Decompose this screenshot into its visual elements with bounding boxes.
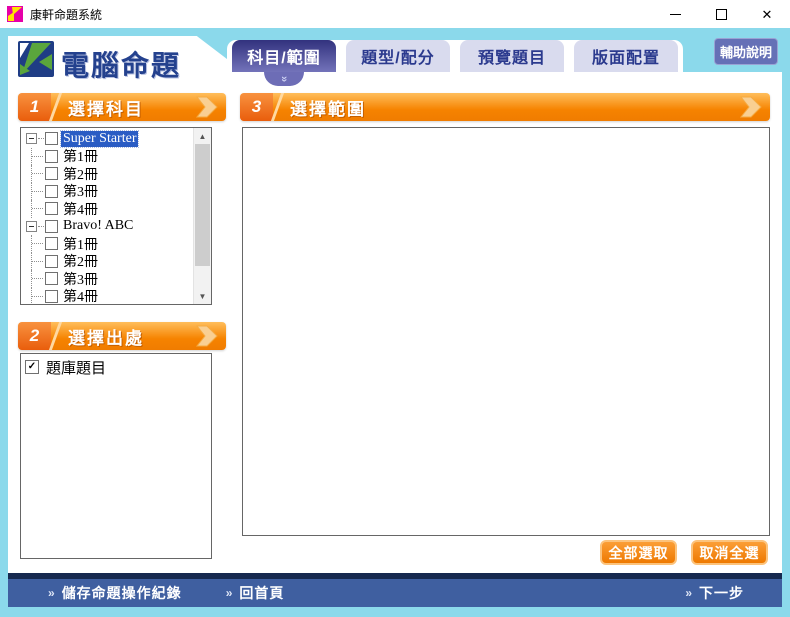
tree-item[interactable]: 第3冊 [23,270,193,288]
tree-connector [31,148,45,166]
range-actions: 全部選取 取消全選 [242,540,768,565]
step2-banner: 2 選擇出處 [18,322,226,350]
help-button[interactable]: 輔助說明 [714,38,778,65]
tree-item-label: Bravo! ABC [61,218,135,234]
step2-title: 選擇出處 [68,324,144,349]
footer-bar: » 儲存命題操作紀錄 » 回首頁 » 下一步 [8,579,782,607]
range-selection-box [242,127,770,536]
bullet-icon: » [226,586,234,600]
deselect-all-button[interactable]: 取消全選 [691,540,768,565]
arrow-right-icon [195,96,219,118]
tree-checkbox[interactable] [45,255,58,268]
save-record-label: 儲存命題操作紀錄 [62,583,182,603]
app-icon [7,6,23,22]
tab-label: 題型/配分 [361,44,434,68]
tree-connector [31,200,45,218]
minimize-icon [670,14,681,15]
tree-connector [31,270,45,288]
scroll-down-icon[interactable]: ▼ [194,288,211,304]
step1-number: 1 [18,93,51,121]
tree-item[interactable]: 第1冊 [23,235,193,253]
maximize-icon [716,9,727,20]
minimize-button[interactable] [652,0,698,28]
step2-number: 2 [18,322,51,350]
source-list-box: ✓ 題庫題目 [20,353,212,559]
close-icon: ✕ [762,8,773,21]
tree-checkbox[interactable] [45,220,58,233]
next-step-label: 下一步 [699,583,744,603]
tree-item[interactable]: 第3冊 [23,183,193,201]
tree-scrollbar[interactable]: ▲ ▼ [193,128,211,304]
home-label: 回首頁 [239,583,284,603]
tree-item-label: Super Starter [61,131,138,147]
tab-preview-questions[interactable]: 預覽題目 [460,40,564,72]
scrollbar-thumb[interactable] [195,144,210,266]
tree-connector [38,226,44,227]
tree-item[interactable]: 第2冊 [23,165,193,183]
tree-item[interactable]: Bravo! ABC [23,218,193,236]
app-logo-title: 電腦命題 [61,44,181,84]
arrow-right-icon [195,325,219,347]
subject-tree-box: Super Starter第1冊第2冊第3冊第4冊Bravo! ABC第1冊第2… [20,127,212,305]
close-button[interactable]: ✕ [744,0,790,28]
tab-question-types[interactable]: 題型/配分 [346,40,450,72]
tree-checkbox[interactable] [45,290,58,303]
source-item[interactable]: ✓ 題庫題目 [25,358,207,376]
source-checkbox[interactable]: ✓ [25,360,39,374]
tree-item[interactable]: 第4冊 [23,200,193,218]
save-record-link[interactable]: » 儲存命題操作紀錄 [48,583,182,603]
chevron-down-icon: » [279,75,290,82]
select-all-button[interactable]: 全部選取 [600,540,677,565]
tree-connector [31,288,45,304]
collapse-icon[interactable] [26,221,37,232]
tree-item[interactable]: 第2冊 [23,253,193,271]
tab-label: 預覽題目 [478,44,546,68]
step1-banner: 1 選擇科目 [18,93,226,121]
tree-checkbox[interactable] [45,272,58,285]
tab-label: 科目/範圍 [247,44,320,68]
arrow-right-icon [739,96,763,118]
step3-title: 選擇範圍 [290,95,366,120]
tree-checkbox[interactable] [45,185,58,198]
tree-item[interactable]: Super Starter [23,130,193,148]
window-titlebar: 康軒命題系統 ✕ [0,0,790,28]
tab-subject-range[interactable]: 科目/範圍 » [232,40,336,72]
tree-checkbox[interactable] [45,167,58,180]
step1-title: 選擇科目 [68,95,144,120]
scroll-up-icon[interactable]: ▲ [194,128,211,144]
window-title: 康軒命題系統 [30,6,102,23]
tab-label: 版面配置 [592,44,660,68]
tree-item[interactable]: 第1冊 [23,148,193,166]
collapse-icon[interactable] [26,133,37,144]
tree-checkbox[interactable] [45,132,58,145]
tree-connector [31,253,45,271]
tree-connector [31,235,45,253]
tab-page-layout[interactable]: 版面配置 [574,40,678,72]
tree-connector [38,138,44,139]
maximize-button[interactable] [698,0,744,28]
tab-bar: 科目/範圍 » 題型/配分 預覽題目 版面配置 [227,40,683,72]
subject-tree: Super Starter第1冊第2冊第3冊第4冊Bravo! ABC第1冊第2… [23,130,193,303]
tree-checkbox[interactable] [45,202,58,215]
window-controls: ✕ [652,0,790,28]
bullet-icon: » [48,586,56,600]
tree-checkbox[interactable] [45,237,58,250]
source-list: ✓ 題庫題目 [21,354,211,380]
app-frame: 電腦命題 科目/範圍 » 題型/配分 預覽題目 版面配置 輔助說明 1 選擇科目… [0,28,790,617]
tree-connector [31,183,45,201]
source-item-label: 題庫題目 [46,357,106,378]
tree-item[interactable]: 第4冊 [23,288,193,304]
bullet-icon: » [685,586,693,600]
step3-banner: 3 選擇範圍 [240,93,770,121]
tree-checkbox[interactable] [45,150,58,163]
home-link[interactable]: » 回首頁 [226,583,285,603]
next-step-link[interactable]: » 下一步 [685,583,744,603]
tree-connector [31,165,45,183]
step3-number: 3 [240,93,273,121]
tree-item-label: 第4冊 [61,286,100,303]
kangxuan-logo-icon [18,41,54,77]
tree-item-label: 第4冊 [61,199,100,219]
